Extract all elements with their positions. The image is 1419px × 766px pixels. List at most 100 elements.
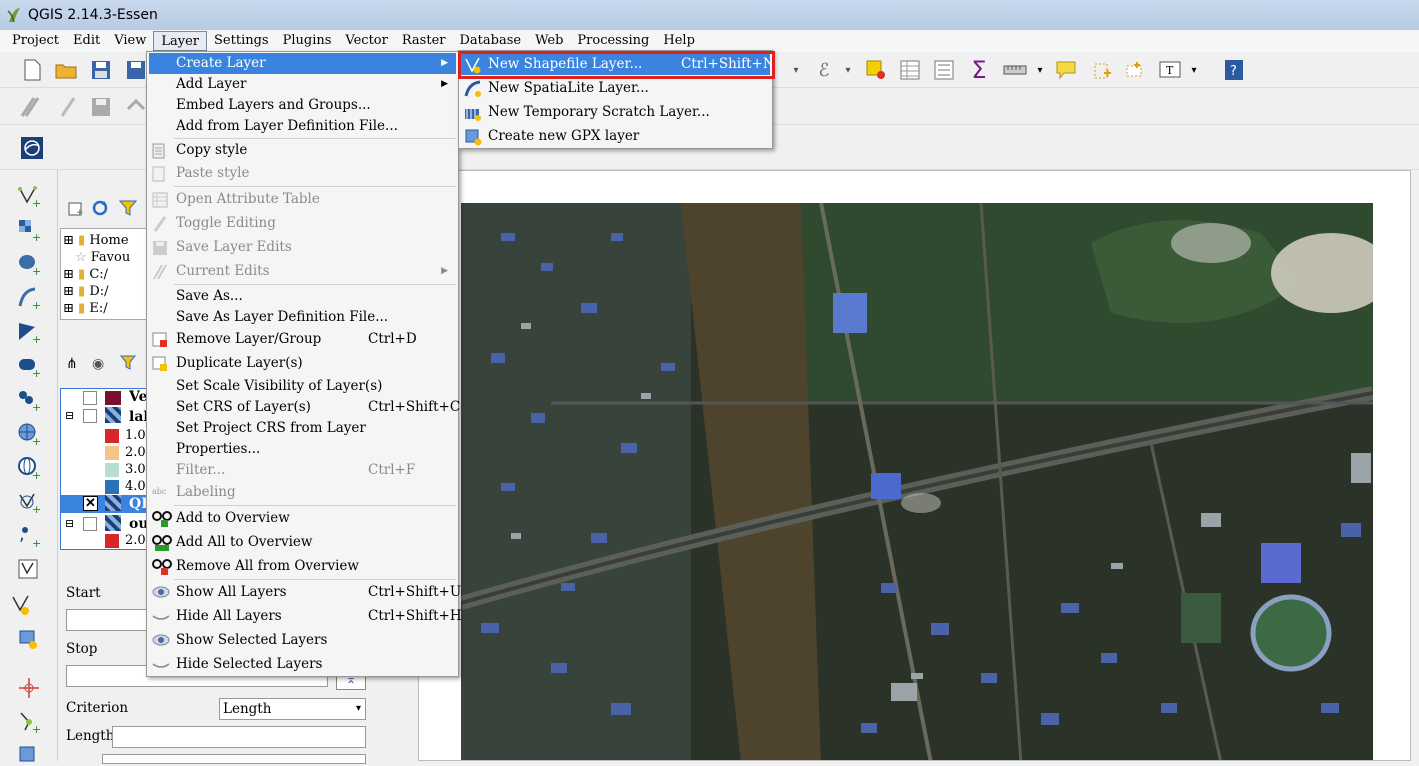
menu-edit[interactable]: Edit (66, 31, 107, 51)
menu-project[interactable]: Project (5, 31, 66, 51)
menu-item-new-temporary-scratch-layer[interactable]: New Temporary Scratch Layer... (461, 101, 770, 123)
chevron-down-icon[interactable]: ▾ (1182, 58, 1206, 82)
add-delimited-text-layer-icon[interactable]: , + (17, 524, 41, 548)
add-wms-layer-icon[interactable]: + (17, 422, 41, 446)
chevron-down-icon[interactable]: ▾ (836, 58, 860, 82)
menu-layer[interactable]: Layer (153, 31, 208, 51)
layer-checkbox[interactable] (83, 517, 97, 531)
refresh-icon[interactable] (88, 196, 112, 220)
menu-item-save-as[interactable]: Save As... (149, 286, 456, 307)
add-oracle-layer-icon[interactable]: + (17, 354, 41, 378)
deselect-icon[interactable] (864, 58, 888, 82)
add-mssql-layer-icon[interactable]: + (17, 320, 41, 344)
layer-style-icon[interactable]: ⋔ (66, 356, 78, 372)
add-raster-layer-icon[interactable]: + (17, 218, 41, 242)
tree-item-d-drive[interactable]: ⊞ ▮ D:/ (63, 284, 109, 299)
visibility-eye-icon[interactable]: ◉ (92, 356, 104, 372)
cross-hair-icon[interactable] (17, 676, 41, 700)
layer-checkbox[interactable] (83, 391, 97, 405)
save-edits-icon[interactable] (89, 95, 113, 119)
menu-plugins[interactable]: Plugins (276, 31, 339, 51)
menu-vector[interactable]: Vector (338, 31, 394, 51)
save-project-icon[interactable] (89, 58, 113, 82)
filter-legend-icon[interactable] (119, 354, 137, 376)
length-field[interactable] (112, 726, 366, 748)
add-wfs-layer-icon[interactable]: + (17, 490, 41, 514)
add-selected-layers-icon[interactable]: + (64, 196, 88, 220)
statistics-sum-icon[interactable]: Σ (967, 56, 991, 84)
toggle-editing-icon[interactable] (56, 95, 80, 119)
filter-icon[interactable] (116, 196, 140, 220)
expand-icon[interactable]: ⊟ (65, 409, 74, 422)
menu-item-add-to-overview[interactable]: Add to Overview (149, 508, 456, 529)
menu-item-embed-layers[interactable]: Embed Layers and Groups... (149, 95, 456, 116)
measure-ruler-icon[interactable] (1003, 58, 1027, 82)
new-bookmark-icon[interactable] (1090, 58, 1114, 82)
menu-item-add-layer[interactable]: Add Layer ▶ (149, 74, 456, 95)
menu-help[interactable]: Help (656, 31, 702, 51)
help-icon[interactable]: ? (1222, 58, 1246, 82)
menu-item-create-new-gpx-layer[interactable]: Create new GPX layer (461, 125, 770, 147)
add-postgis-layer-icon[interactable]: + (17, 252, 41, 276)
openlayers-globe-icon[interactable] (20, 136, 44, 160)
chevron-down-icon[interactable]: ▾ (1028, 58, 1052, 82)
expression-select-icon[interactable]: ℰ (812, 58, 836, 82)
menu-item-remove-layer[interactable]: Remove Layer/Group Ctrl+D (149, 329, 456, 350)
menu-processing[interactable]: Processing (570, 31, 656, 51)
select-dropdown-icon[interactable]: ▾ (784, 58, 808, 82)
tree-item-favourites[interactable]: ☆ Favou (75, 250, 130, 265)
menu-item-add-from-definition[interactable]: Add from Layer Definition File... (149, 116, 456, 137)
menu-web[interactable]: Web (528, 31, 570, 51)
tree-item-home[interactable]: ⊞ ▮ Home (63, 233, 129, 248)
add-spatialite-layer-icon[interactable]: + (17, 286, 41, 310)
menu-item-duplicate-layer[interactable]: Duplicate Layer(s) (149, 353, 456, 374)
tree-item-e-drive[interactable]: ⊞ ▮ E:/ (63, 301, 108, 316)
layer-checkbox[interactable] (83, 409, 97, 423)
open-project-icon[interactable] (54, 58, 78, 82)
menu-database[interactable]: Database (452, 31, 528, 51)
menu-item-remove-all-from-overview[interactable]: Remove All from Overview (149, 556, 456, 577)
field-calculator-icon[interactable] (932, 58, 956, 82)
menu-item-show-selected-layers[interactable]: Show Selected Layers (149, 630, 456, 651)
map-canvas[interactable] (418, 170, 1411, 761)
criterion-select[interactable]: Length ▾ (219, 698, 366, 720)
add-vector-layer-icon[interactable]: + (17, 184, 41, 208)
menu-item-save-as-definition[interactable]: Save As Layer Definition File... (149, 307, 456, 328)
save-as-icon[interactable] (124, 58, 148, 82)
add-gpx-layer-icon[interactable] (17, 628, 41, 652)
menu-item-set-crs[interactable]: Set CRS of Layer(s) Ctrl+Shift+C (149, 397, 460, 418)
map-tips-icon[interactable] (1054, 58, 1078, 82)
menu-item-set-project-crs[interactable]: Set Project CRS from Layer (149, 418, 456, 439)
text-annotation-icon[interactable]: T (1158, 58, 1182, 82)
menu-item-copy-style[interactable]: Copy style (149, 140, 456, 161)
add-db2-layer-icon[interactable]: + (17, 388, 41, 412)
add-feature-icon[interactable] (124, 95, 148, 119)
menu-item-new-spatialite-layer[interactable]: New SpatiaLite Layer... (461, 77, 770, 99)
menu-item-add-all-to-overview[interactable]: Add All to Overview (149, 532, 456, 553)
tree-item-c-drive[interactable]: ⊞ ▮ C:/ (63, 267, 108, 282)
menu-item-show-all-layers[interactable]: Show All Layers Ctrl+Shift+U (149, 582, 461, 603)
new-project-icon[interactable] (20, 58, 44, 82)
layer-name[interactable]: Ve (129, 389, 147, 405)
current-edits-icon[interactable] (18, 95, 42, 119)
add-virtual-layer-icon[interactable] (17, 558, 41, 582)
attribute-table-icon[interactable] (898, 58, 922, 82)
menu-item-hide-selected-layers[interactable]: Hide Selected Layers (149, 654, 456, 675)
expand-icon[interactable]: ⊟ (65, 517, 74, 530)
add-wcs-layer-icon[interactable]: + (17, 456, 41, 480)
menu-view[interactable]: View (107, 31, 153, 51)
menu-item-create-layer[interactable]: Create Layer ▶ (149, 53, 456, 74)
menu-raster[interactable]: Raster (395, 31, 453, 51)
node-tool-icon[interactable]: + (17, 710, 41, 734)
layer-checkbox-checked[interactable]: ✕ (83, 496, 98, 511)
new-layer-dropdown-icon[interactable]: ▾ (10, 592, 34, 616)
menu-settings[interactable]: Settings (207, 31, 276, 51)
menu-item-hide-all-layers[interactable]: Hide All Layers Ctrl+Shift+H (149, 606, 462, 627)
start-field[interactable] (66, 609, 150, 631)
add-layer-bottom-icon[interactable] (17, 742, 41, 766)
svg-text:T: T (1166, 64, 1174, 77)
show-bookmarks-icon[interactable] (1122, 58, 1146, 82)
menu-item-set-scale-visibility[interactable]: Set Scale Visibility of Layer(s) (149, 376, 456, 397)
menu-item-properties[interactable]: Properties... (149, 439, 456, 460)
next-field[interactable] (102, 754, 366, 764)
